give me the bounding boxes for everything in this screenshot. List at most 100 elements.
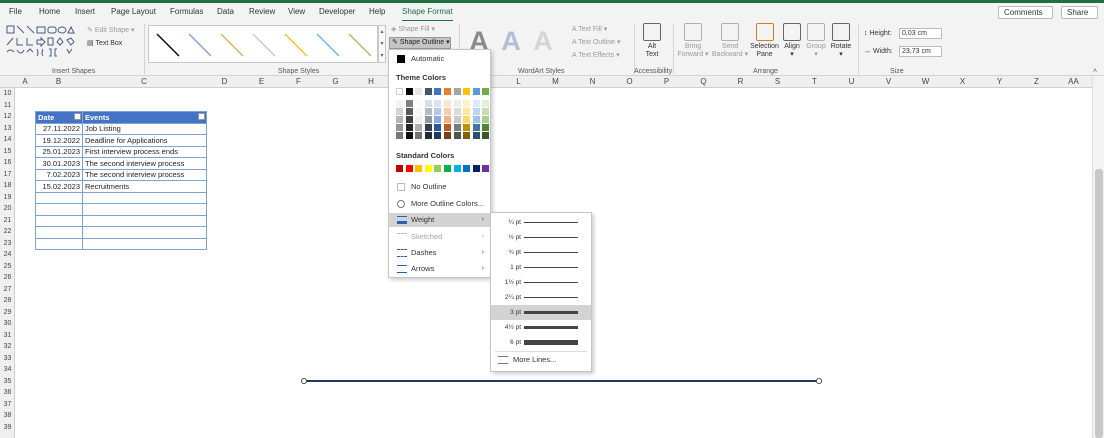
standard-color-swatch[interactable] [396,165,403,172]
theme-shade-swatch[interactable] [405,132,413,139]
menu-weight[interactable]: Weight › [389,213,490,227]
standard-color-swatch[interactable] [463,165,471,172]
row-header[interactable]: 26 [0,274,15,281]
theme-shade-swatch[interactable] [434,116,442,123]
scrollbar-thumb[interactable] [1095,169,1103,438]
theme-shade-swatch[interactable] [463,100,471,107]
event-cell[interactable] [82,214,207,227]
theme-shade-swatch[interactable] [444,108,451,115]
theme-shade-swatch[interactable] [424,132,432,139]
row-header[interactable]: 31 [0,332,15,339]
theme-shade-swatch[interactable] [453,108,461,115]
menu-sketched[interactable]: Sketched › [389,230,490,244]
theme-shade-swatch[interactable] [415,132,423,139]
column-header[interactable]: X [944,77,981,86]
theme-shade-swatch[interactable] [424,124,432,131]
date-cell[interactable]: 27.11.2022 [35,122,83,135]
event-cell[interactable]: The second interview process [82,157,207,170]
row-header[interactable]: 12 [0,113,15,120]
weight-option[interactable]: 2¼ pt [491,290,591,305]
theme-shade-swatch[interactable] [463,124,471,131]
row-header[interactable]: 36 [0,389,15,396]
standard-color-swatch[interactable] [444,165,451,172]
theme-shade-swatch[interactable] [482,100,490,107]
date-cell[interactable]: 7.02.2023 [35,168,83,181]
theme-shade-swatch[interactable] [453,124,461,131]
column-header[interactable]: S [759,77,796,86]
theme-color-swatch[interactable] [405,88,413,95]
standard-color-swatch[interactable] [415,165,423,172]
theme-shade-swatch[interactable] [405,124,413,131]
column-header[interactable]: A [15,77,35,86]
column-header[interactable]: F [280,77,317,86]
weight-option[interactable]: ¾ pt [491,245,591,260]
theme-shade-swatch[interactable] [396,132,403,139]
events-table[interactable]: Date Events 27.11.2022 Job Listing 19.12.… [35,111,207,250]
tab-data[interactable]: Data [217,7,234,16]
theme-shade-swatch[interactable] [444,116,451,123]
style-yellow-line[interactable] [284,33,308,57]
group-button[interactable]: Group ▾ [805,23,827,59]
theme-color-swatch[interactable] [424,88,432,95]
row-header[interactable]: 17 [0,171,15,178]
standard-color-swatch[interactable] [472,165,480,172]
wordart-style-outline[interactable]: A [528,24,558,58]
table-header-events[interactable]: Events [82,111,207,124]
row-header[interactable]: 33 [0,355,15,362]
align-button[interactable]: Align ▾ [781,23,803,59]
tab-page-layout[interactable]: Page Layout [111,7,156,16]
theme-shade-swatch[interactable] [453,116,461,123]
column-header[interactable]: U [833,77,870,86]
row-header[interactable]: 38 [0,412,15,419]
date-cell[interactable] [35,191,83,204]
comments-button[interactable]: Comments [998,6,1053,19]
more-lines-item[interactable]: More Lines... [491,353,591,367]
date-cell[interactable]: 30.01.2023 [35,157,83,170]
tab-help[interactable]: Help [369,7,385,16]
theme-shade-swatch[interactable] [482,116,490,123]
theme-shade-swatch[interactable] [472,124,480,131]
row-header[interactable]: 34 [0,366,15,373]
height-input[interactable]: 0,03 cm [899,28,942,39]
row-header[interactable]: 20 [0,205,15,212]
standard-color-swatch[interactable] [453,165,461,172]
theme-shade-swatch[interactable] [424,108,432,115]
line-start-handle[interactable] [301,378,307,384]
shape-styles-gallery[interactable] [148,25,378,63]
theme-shade-swatch[interactable] [396,124,403,131]
row-header[interactable]: 29 [0,309,15,316]
styles-scroll[interactable]: ▴ ▾ ▾ [378,25,386,63]
weight-option[interactable]: 1½ pt [491,275,591,290]
theme-color-swatch[interactable] [453,88,461,95]
event-cell[interactable]: The second interview process [82,168,207,181]
theme-color-swatch[interactable] [434,88,442,95]
text-box-button[interactable]: ▤ Text Box [87,39,122,47]
style-black-line[interactable] [156,33,180,57]
theme-shade-swatch[interactable] [396,108,403,115]
date-cell[interactable]: 19.12.2022 [35,134,83,147]
weight-option[interactable]: 6 pt [491,335,591,350]
theme-shade-swatch[interactable] [434,124,442,131]
theme-shade-swatch[interactable] [482,124,490,131]
tab-review[interactable]: Review [249,7,275,16]
style-blue-line[interactable] [188,33,212,57]
tab-insert[interactable]: Insert [75,7,95,16]
theme-color-swatch[interactable] [415,88,423,95]
row-header[interactable]: 32 [0,343,15,350]
filter-dropdown-icon[interactable] [74,113,81,120]
line-end-handle[interactable] [816,378,823,384]
selected-line-shape[interactable] [298,374,828,388]
selection-pane-button[interactable]: Selection Pane [750,23,779,59]
text-outline-button[interactable]: A Text Outline ▾ [572,38,621,46]
column-header[interactable]: L [500,77,537,86]
theme-color-swatch[interactable] [482,88,490,95]
theme-shade-swatch[interactable] [472,132,480,139]
tab-developer[interactable]: Developer [319,7,355,16]
theme-shade-swatch[interactable] [482,108,490,115]
theme-shade-swatch[interactable] [424,116,432,123]
date-cell[interactable]: 15.02.2023 [35,180,83,193]
text-fill-button[interactable]: A Text Fill ▾ [572,25,607,33]
row-header[interactable]: 27 [0,286,15,293]
vertical-scrollbar[interactable] [1092,76,1104,438]
tab-shape-format[interactable]: Shape Format [402,7,453,16]
